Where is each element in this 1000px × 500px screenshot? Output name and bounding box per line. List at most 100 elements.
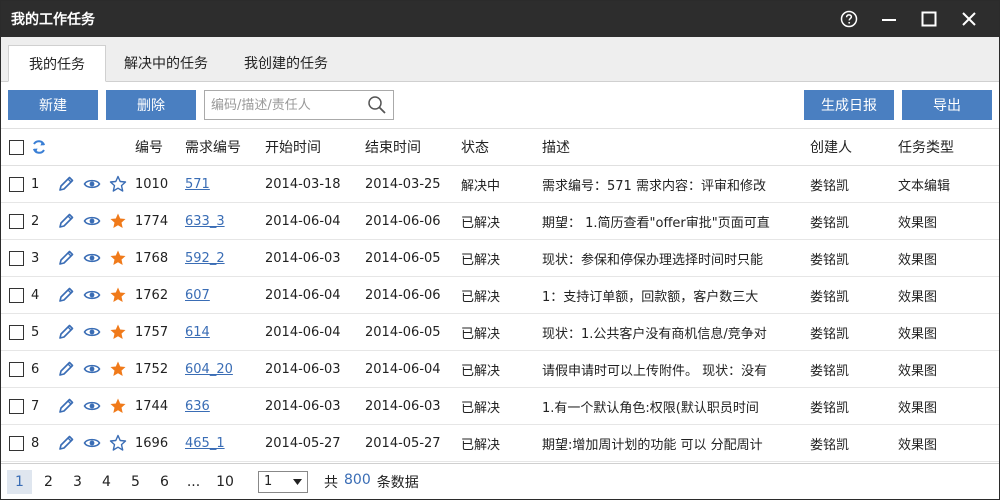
- star-outline-icon[interactable]: [109, 175, 127, 193]
- search-box: [204, 90, 394, 120]
- eye-icon[interactable]: [83, 212, 101, 230]
- description: 1.有一个默认角色:权限(默认职员时间: [542, 400, 759, 416]
- eye-icon[interactable]: [83, 175, 101, 193]
- requirement-link[interactable]: 636: [185, 399, 210, 414]
- requirement-link[interactable]: 607: [185, 288, 210, 303]
- pencil-icon[interactable]: [57, 397, 75, 415]
- table-row[interactable]: 5 1757 614 2014-06-04 2014-06-05 已解决 现状：1.公共客户…: [1, 314, 999, 351]
- status: 已解决: [461, 437, 501, 453]
- description: 1：支持订单额，回款额，客户数三大: [542, 289, 759, 305]
- page-3[interactable]: 3: [65, 470, 90, 494]
- star-filled-icon[interactable]: [109, 286, 127, 304]
- pencil-icon[interactable]: [57, 212, 75, 230]
- eye-icon[interactable]: [83, 323, 101, 341]
- end-time: 2014-06-05: [365, 324, 441, 340]
- toolbar: 新建 删除 生成日报 导出: [1, 82, 999, 128]
- generate-report-button[interactable]: 生成日报: [804, 90, 894, 120]
- new-button[interactable]: 新建: [8, 90, 98, 120]
- start-time: 2014-06-03: [265, 361, 341, 377]
- table-row[interactable]: 8 1696 465_1 2014-05-27 2014-05-27 已解决 期望:增加周计…: [1, 425, 999, 462]
- star-filled-icon[interactable]: [109, 212, 127, 230]
- eye-icon[interactable]: [83, 434, 101, 452]
- star-filled-icon[interactable]: [109, 323, 127, 341]
- eye-icon[interactable]: [83, 286, 101, 304]
- tab-created-tasks[interactable]: 我创建的任务: [226, 44, 346, 81]
- start-time: 2014-06-04: [265, 287, 341, 303]
- minimize-button[interactable]: [869, 1, 909, 37]
- status: 已解决: [461, 252, 501, 268]
- creator: 娄铭凯: [810, 326, 850, 342]
- star-outline-icon[interactable]: [109, 434, 127, 452]
- pencil-icon[interactable]: [57, 434, 75, 452]
- column-header-creator[interactable]: 创建人: [810, 129, 898, 166]
- task-type: 文本编辑: [898, 178, 951, 194]
- pencil-icon[interactable]: [57, 323, 75, 341]
- refresh-icon[interactable]: [31, 139, 47, 155]
- column-header-id[interactable]: 编号: [135, 129, 185, 166]
- page-select[interactable]: 1: [258, 470, 308, 493]
- pencil-icon[interactable]: [57, 360, 75, 378]
- start-time: 2014-06-03: [265, 398, 341, 414]
- total-records: 共 800 条数据: [324, 472, 419, 492]
- creator: 娄铭凯: [810, 400, 850, 416]
- table-row[interactable]: 2 1774 633_3 2014-06-04 2014-06-06 已解决 期望： 1.简…: [1, 203, 999, 240]
- maximize-button[interactable]: [909, 1, 949, 37]
- row-checkbox[interactable]: [9, 361, 24, 377]
- table-row[interactable]: 7 1744 636 2014-06-03 2014-06-03 已解决 1.有一个默认角色…: [1, 388, 999, 425]
- tab-in-progress-tasks[interactable]: 解决中的任务: [106, 44, 226, 81]
- star-filled-icon[interactable]: [109, 249, 127, 267]
- page-4[interactable]: 4: [94, 470, 119, 494]
- help-button[interactable]: [829, 1, 869, 37]
- table-row[interactable]: 1 1010 571 2014-03-18 2014-03-25 解决中 需求编号：571 …: [1, 166, 999, 203]
- star-filled-icon[interactable]: [109, 360, 127, 378]
- page-2[interactable]: 2: [36, 470, 61, 494]
- requirement-link[interactable]: 614: [185, 325, 210, 340]
- row-checkbox[interactable]: [9, 398, 24, 414]
- delete-button[interactable]: 删除: [106, 90, 196, 120]
- row-checkbox[interactable]: [9, 435, 24, 451]
- requirement-link[interactable]: 592_2: [185, 251, 225, 266]
- task-id: 1768: [135, 250, 169, 266]
- requirement-link[interactable]: 604_20: [185, 362, 233, 377]
- column-header-description[interactable]: 描述: [542, 129, 810, 166]
- column-header-end-time[interactable]: 结束时间: [365, 129, 461, 166]
- requirement-link[interactable]: 571: [185, 177, 210, 192]
- eye-icon[interactable]: [83, 397, 101, 415]
- table-row[interactable]: 4 1762 607 2014-06-04 2014-06-06 已解决 1：支持订单额，回…: [1, 277, 999, 314]
- column-header-req-id[interactable]: 需求编号: [185, 129, 265, 166]
- eye-icon[interactable]: [83, 249, 101, 267]
- search-icon[interactable]: [367, 95, 387, 115]
- tab-my-tasks[interactable]: 我的任务: [8, 45, 106, 82]
- column-header-status[interactable]: 状态: [461, 129, 542, 166]
- column-header-start-time[interactable]: 开始时间: [265, 129, 365, 166]
- row-checkbox[interactable]: [9, 250, 24, 266]
- creator: 娄铭凯: [810, 178, 850, 194]
- eye-icon[interactable]: [83, 360, 101, 378]
- row-index: 1: [31, 176, 40, 192]
- row-checkbox[interactable]: [9, 324, 24, 340]
- export-button[interactable]: 导出: [902, 90, 992, 120]
- column-header-task-type[interactable]: 任务类型: [898, 129, 999, 166]
- page-1[interactable]: 1: [7, 469, 32, 494]
- page-10[interactable]: 10: [210, 470, 240, 494]
- table-row[interactable]: 6 1752 604_20 2014-06-03 2014-06-04 已解决 请假申请时可…: [1, 351, 999, 388]
- requirement-link[interactable]: 465_1: [185, 436, 225, 451]
- row-index: 3: [31, 250, 40, 266]
- pencil-icon[interactable]: [57, 286, 75, 304]
- select-all-checkbox[interactable]: [9, 139, 24, 155]
- row-checkbox[interactable]: [9, 213, 24, 229]
- pencil-icon[interactable]: [57, 249, 75, 267]
- page-5[interactable]: 5: [123, 470, 148, 494]
- row-index: 5: [31, 324, 40, 340]
- pencil-icon[interactable]: [57, 175, 75, 193]
- star-filled-icon[interactable]: [109, 397, 127, 415]
- task-type: 效果图: [898, 215, 938, 231]
- requirement-link[interactable]: 633_3: [185, 214, 225, 229]
- close-button[interactable]: [949, 1, 989, 37]
- search-input[interactable]: [211, 97, 367, 113]
- row-checkbox[interactable]: [9, 176, 24, 192]
- description: 期望： 1.简历查看"offer审批"页面可直: [542, 215, 770, 231]
- row-checkbox[interactable]: [9, 287, 24, 303]
- table-row[interactable]: 3 1768 592_2 2014-06-03 2014-06-05 已解决 现状：参保和停…: [1, 240, 999, 277]
- page-6[interactable]: 6: [152, 470, 177, 494]
